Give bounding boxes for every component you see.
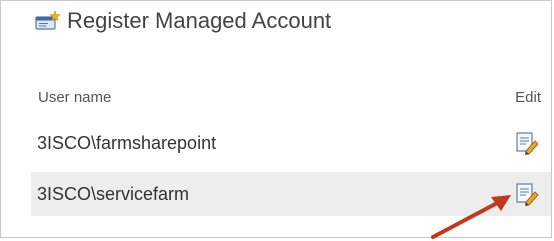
managed-accounts-panel: Register Managed Account User name Edit … (0, 0, 552, 239)
register-managed-account-label: Register Managed Account (67, 8, 332, 33)
account-username: 3ISCO\farmsharepoint (37, 132, 217, 153)
account-username: 3ISCO\servicefarm (37, 183, 190, 204)
column-header-user-name: User name (38, 89, 112, 106)
register-account-icon (35, 11, 61, 31)
register-managed-account-link[interactable]: Register Managed Account (35, 5, 331, 37)
account-row: 3ISCO\farmsharepoint (31, 121, 551, 165)
annotation-arrow (431, 195, 511, 239)
column-header-edit: Edit (515, 89, 541, 106)
edit-icon[interactable] (515, 131, 539, 155)
